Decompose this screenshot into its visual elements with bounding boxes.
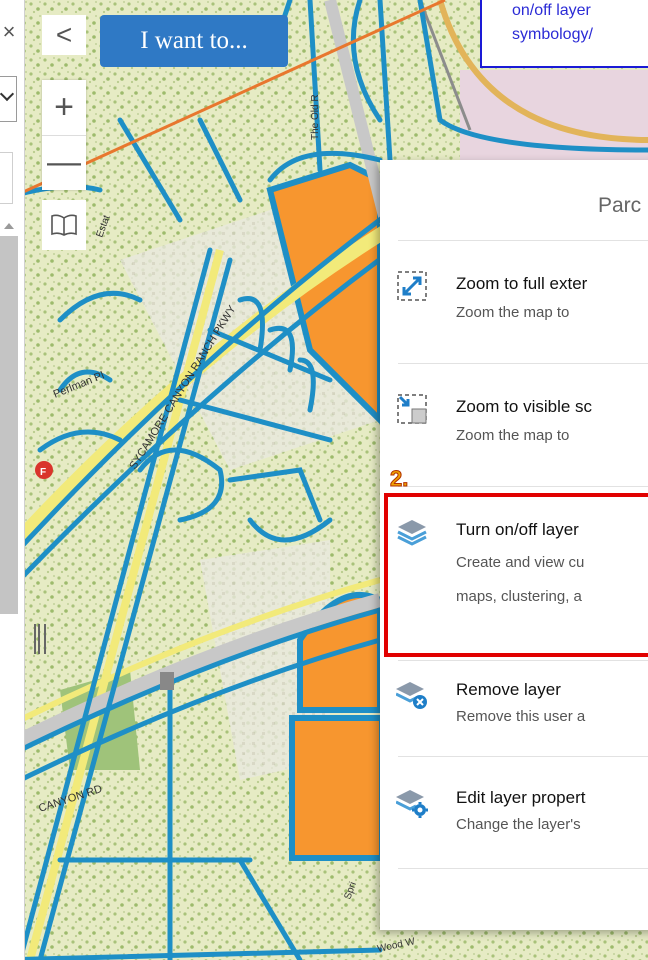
- side-panel-edge: ×: [0, 0, 25, 960]
- menu-item-title: Zoom to visible sc: [456, 397, 593, 416]
- edit-layer-properties-icon: [396, 790, 428, 818]
- panel-input-edge[interactable]: [0, 152, 13, 204]
- street-label: The Old R: [310, 94, 321, 140]
- book-icon: [51, 214, 77, 236]
- chevron-left-icon: <: [55, 19, 73, 50]
- chevron-down-icon: [0, 86, 15, 102]
- menu-item-title: Zoom to full exter: [456, 274, 588, 293]
- svg-text:F: F: [40, 467, 46, 478]
- menu-title: Parc: [598, 194, 642, 217]
- building-icon: [160, 672, 174, 690]
- step-number-label: 2.: [389, 466, 409, 492]
- divider: [398, 868, 648, 869]
- divider: [398, 756, 648, 757]
- bookmarks-button[interactable]: [42, 200, 86, 250]
- instruction-callout: on/off layer symbology/: [480, 0, 648, 68]
- menu-item-title: Edit layer propert: [456, 788, 586, 807]
- zoom-in-button[interactable]: +: [42, 80, 86, 136]
- panel-dropdown[interactable]: [0, 76, 17, 122]
- menu-item-title: Remove layer: [456, 680, 561, 699]
- divider: [398, 240, 648, 241]
- menu-item-zoom-visible-scale[interactable]: Zoom to visible sc Zoom the map to: [380, 375, 648, 475]
- zoom-visible-scale-icon: [397, 394, 427, 424]
- scroll-up-arrow-icon[interactable]: [4, 223, 14, 229]
- zoom-full-extent-icon: [397, 271, 427, 301]
- menu-item-description: Zoom the map to: [456, 304, 570, 321]
- collapse-panel-button[interactable]: <: [42, 15, 86, 55]
- remove-layer-icon: [396, 682, 427, 709]
- callout-line-1: on/off layer: [512, 2, 591, 19]
- callout-line-2: symbology/: [512, 26, 593, 43]
- close-icon[interactable]: ×: [0, 18, 20, 46]
- divider: [398, 363, 648, 364]
- menu-item-description: Change the layer's: [456, 816, 581, 833]
- zoom-out-button[interactable]: —: [42, 136, 86, 191]
- menu-item-remove-layer[interactable]: Remove layer Remove this user a: [380, 660, 648, 760]
- highlight-box: [384, 493, 648, 657]
- menu-item-description: Remove this user a: [456, 708, 586, 725]
- menu-item-zoom-full-extent[interactable]: Zoom to full exter Zoom the map to: [380, 252, 648, 352]
- zoom-control: + —: [42, 80, 86, 190]
- menu-item-edit-layer-properties[interactable]: Edit layer propert Change the layer's: [380, 768, 648, 868]
- i-want-to-button[interactable]: I want to...: [100, 15, 288, 67]
- menu-item-description: Zoom the map to: [456, 427, 570, 444]
- scrollbar-thumb[interactable]: [0, 236, 18, 614]
- divider: [398, 486, 648, 487]
- panel-resize-handle[interactable]: [34, 624, 46, 654]
